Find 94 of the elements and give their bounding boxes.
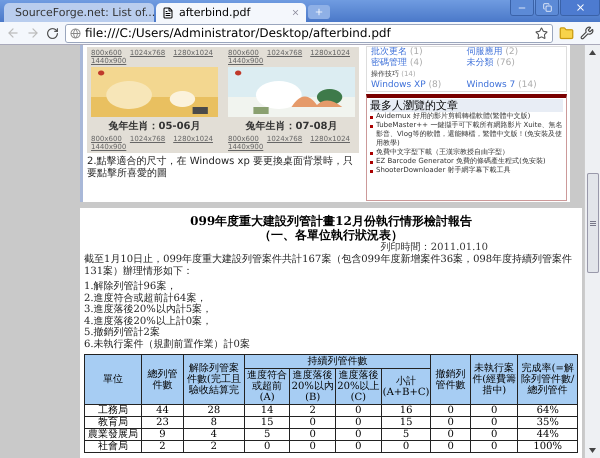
table-cell: 15 [244,416,290,428]
bullet-icon [370,170,373,173]
bullet-icon [370,125,373,128]
category-link[interactable]: 未分類 (76) [466,58,562,69]
instruction-text: 2.點擊適合的尺寸，在 Windows xp 要更換桌面背景時，只要點擊所喜愛的圖 [87,156,354,180]
close-icon [574,2,586,13]
bullet-icon [370,152,373,155]
column-header: 單位 [84,354,142,404]
tab-close-icon[interactable] [291,8,300,17]
table-cell: 35% [518,416,578,428]
column-group-header: 持續列管件數 [244,354,431,368]
table-cell: 4 [183,428,244,440]
table-cell: 0 [290,440,336,452]
restore-button[interactable] [535,0,559,16]
table-cell: 0 [336,416,382,428]
column-header: 小計(A+B+C) [381,368,431,404]
wallpaper-caption: 兔年生肖：05-06月 [107,120,202,133]
scrollbar-thumb[interactable] [586,173,598,273]
column-header: 進度落後20%以上(C) [336,368,382,404]
table-cell: 44% [518,428,578,440]
bullet-icon [370,116,373,119]
report-title: 099年度重大建設列管計畫12月份執行情形檢討報告 [189,214,473,228]
table-cell: 14 [244,404,290,416]
summary-item: 6.未執行案件（規劃前置作業）計0案 [84,338,251,350]
print-time: 列印時間：2011.01.10 [380,242,489,254]
summary-item: 3.進度落後20%以內計5案， [84,304,214,316]
column-header: 總列管件數 [142,354,184,404]
bullet-icon [370,161,373,164]
category-link[interactable]: Windows XP (8) [371,80,466,91]
intro-text: 截至1月10日止，099年度重大建設列管案件共計167案（包含099年度新增案件36案，098年度持續列管案件131案）辦理情形如下： [84,254,574,277]
document-icon [162,6,174,18]
star-icon[interactable] [535,26,548,40]
table-cell: 100% [518,440,578,452]
settings-icon[interactable] [580,26,594,40]
table-cell: 9 [142,428,184,440]
table-cell: 5 [244,428,290,440]
table-cell: 5 [381,428,431,440]
browser-tab[interactable]: afterbind.pdf [156,3,306,22]
column-header: 進度落後20%以內(B) [290,368,336,404]
report-subtitle: （一、各單位執行狀況表） [258,228,403,242]
table-cell: 2 [142,440,184,452]
new-tab-button[interactable] [308,5,330,19]
table-cell: 0 [336,428,382,440]
category-link[interactable]: 批次更名 (1) [371,47,466,58]
table-cell: 0 [290,416,336,428]
table-cell: 15 [381,416,431,428]
summary-item: 1.解除列管計96案， [84,281,178,292]
column-header: 進度符合或超前(A) [244,368,290,404]
panel-heading: 最多人瀏覽的文章 [370,99,563,112]
reload-icon[interactable] [46,26,59,40]
table-cell: 28 [183,404,244,416]
table-cell: 0 [470,440,518,452]
scroll-up-icon[interactable] [589,50,596,55]
table-cell: 0 [470,416,518,428]
table-cell: 0 [430,428,470,440]
table-cell: 社會局 [84,440,142,452]
column-header: 解除列管案件數(完工且驗收結算完 [183,354,244,404]
table-cell: 0 [290,428,336,440]
summary-item: 5.撤銷列管計2案 [84,327,160,338]
table-cell: 0 [244,440,290,452]
table-cell: 0 [336,404,382,416]
browser-tab[interactable]: SourceForge.net: List of... [4,3,154,22]
table-cell: 0 [381,440,431,452]
table-cell: 16 [381,404,431,416]
scroll-down-icon[interactable] [589,448,596,453]
wallpaper-caption: 兔年生肖：07-08月 [244,120,338,133]
table-cell: 工務局 [84,404,142,416]
table-cell: 0 [430,416,470,428]
table-cell: 64% [518,404,578,416]
table-cell: 0 [470,404,518,416]
table-cell: 0 [430,440,470,452]
table-cell: 0 [430,404,470,416]
table-cell: 23 [142,416,184,428]
column-header: 撤銷列管件數 [430,354,470,404]
close-button[interactable] [560,0,600,16]
category-link[interactable]: 密碼管理 (4) [371,58,466,69]
summary-item: 2.進度符合或超前計64案， [84,292,208,304]
table-cell: 2 [183,440,244,452]
address-field[interactable]: file:///C:/Users/Administrator/Desktop/afterbind.pdf [65,24,553,42]
category-link[interactable]: 伺服應用 (2) [466,47,562,58]
table-cell: 教育局 [84,416,142,428]
globe-icon [70,28,81,38]
table-cell: 8 [183,416,244,428]
table-cell: 農業發展局 [84,428,142,440]
table-cell: 44 [142,404,184,416]
table-cell: 0 [336,440,382,452]
restore-icon [542,3,552,12]
column-header: 完成率(=解除列管件數/總列管件 [518,354,578,404]
table-cell: 2 [290,404,336,416]
summary-item: 4.進度落後20%以上計0案， [84,316,214,326]
table-cell: 0 [470,428,518,440]
plus-icon [314,7,324,17]
category-link[interactable]: Windows 7 (14) [466,80,562,91]
column-header: 未執行案件(經費籌措中) [470,354,518,404]
